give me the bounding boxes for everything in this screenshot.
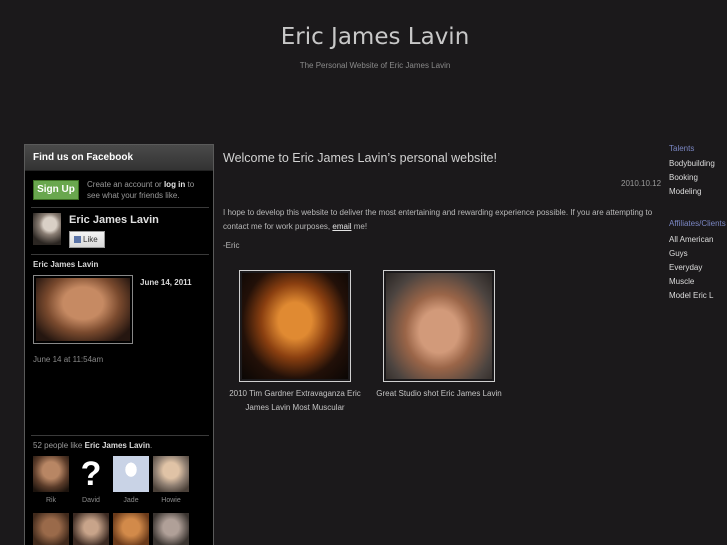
fan-avatar[interactable]: [33, 513, 69, 545]
email-link[interactable]: email: [332, 222, 351, 231]
sidebar-link-booking[interactable]: Booking: [669, 173, 698, 182]
post-date: June 14, 2011: [140, 278, 192, 287]
sidebar-link-model-eric[interactable]: Model Eric L: [669, 291, 713, 300]
site-title[interactable]: Eric James Lavin: [0, 24, 727, 50]
sidebar-link-modeling[interactable]: Modeling: [669, 187, 701, 196]
divider: [31, 435, 209, 436]
fan-name[interactable]: Howie: [151, 497, 191, 504]
fan-avatar[interactable]: [153, 456, 189, 492]
page-avatar[interactable]: [33, 213, 61, 245]
post-text: me!: [353, 222, 368, 231]
post-text: I hope to develop this website to delive…: [223, 208, 653, 231]
fan-avatar[interactable]: [33, 456, 69, 492]
like-button[interactable]: Like: [69, 231, 105, 248]
fan-name[interactable]: David: [71, 497, 111, 504]
sidebar-link-all-american[interactable]: All American: [669, 235, 713, 244]
post-timestamp[interactable]: June 14 at 11:54am: [33, 355, 103, 364]
post-image[interactable]: [33, 275, 133, 344]
facebook-like-box: Find us on Facebook Sign Up Create an ac…: [24, 144, 214, 545]
create-account-text: Create an account or log in to see what …: [87, 179, 209, 201]
likes-prefix: 52 people like: [33, 441, 83, 450]
bodybuilding-photo[interactable]: [239, 270, 351, 382]
post-date: 2010.10.12: [621, 179, 662, 188]
default-avatar-icon[interactable]: [113, 456, 149, 492]
facebook-header[interactable]: Find us on Facebook: [25, 145, 213, 171]
sidebar-link-bodybuilding[interactable]: Bodybuilding: [669, 159, 715, 168]
site-tagline: The Personal Website of Eric James Lavin: [299, 61, 451, 70]
likes-count: 52 people like Eric James Lavin.: [33, 441, 152, 450]
divider: [31, 207, 209, 208]
talents-heading: Talents: [669, 144, 695, 153]
fan-avatar[interactable]: [73, 513, 109, 545]
fan-avatar[interactable]: [153, 513, 189, 545]
caption-line: James Lavin Most Muscular: [245, 403, 345, 412]
caption-line: Great Studio shot Eric James Lavin: [376, 389, 502, 398]
question-mark-avatar-icon[interactable]: ?: [73, 456, 109, 492]
affiliates-heading: Affiliates/Clients: [669, 219, 726, 228]
fan-name[interactable]: Rik: [31, 497, 71, 504]
fan-name[interactable]: Jade: [111, 497, 151, 504]
create-prefix: Create an account or: [87, 180, 162, 189]
post-signoff: -Eric: [223, 241, 240, 250]
photo-caption: 2010 Tim Gardner Extravaganza Eric James…: [222, 387, 368, 415]
likes-page-name[interactable]: Eric James Lavin: [85, 441, 150, 450]
post-author[interactable]: Eric James Lavin: [33, 260, 98, 269]
sidebar-link-everyday[interactable]: Everyday: [669, 263, 702, 272]
sidebar-link-muscle[interactable]: Muscle: [669, 277, 694, 286]
like-label: Like: [83, 235, 98, 244]
signup-button[interactable]: Sign Up: [33, 180, 79, 200]
login-link[interactable]: log in: [164, 180, 185, 189]
photo-caption: Great Studio shot Eric James Lavin: [368, 387, 510, 401]
sidebar-link-guys[interactable]: Guys: [669, 249, 688, 258]
post-title[interactable]: Welcome to Eric James Lavin’s personal w…: [223, 151, 497, 165]
studio-photo[interactable]: [383, 270, 495, 382]
thumbs-up-icon: [74, 236, 81, 243]
page-name[interactable]: Eric James Lavin: [69, 214, 159, 226]
caption-line: 2010 Tim Gardner Extravaganza Eric: [229, 389, 361, 398]
fan-avatar[interactable]: [113, 513, 149, 545]
divider: [31, 254, 209, 255]
post-body: I hope to develop this website to delive…: [223, 206, 663, 234]
likes-suffix: .: [149, 441, 153, 450]
